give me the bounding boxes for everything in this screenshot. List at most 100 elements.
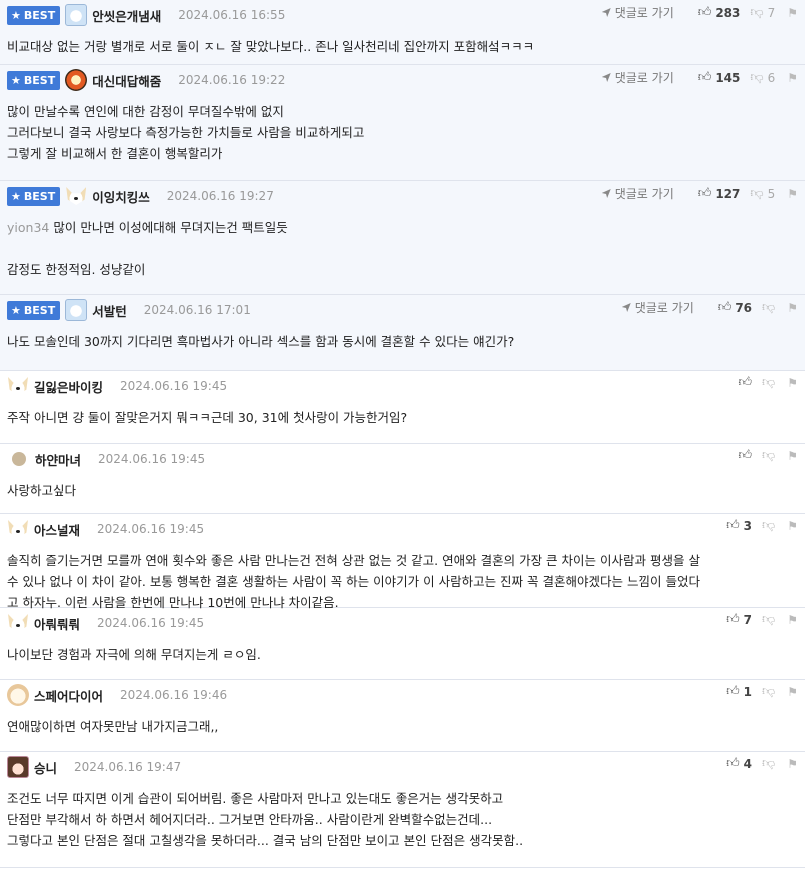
- nickname[interactable]: 하얀마녀: [35, 450, 81, 469]
- comment-item: ★ BEST 안씻은개냄새 2024.06.16 16:55 댓글로 가기 👍︎ 283 👎︎…: [0, 0, 805, 65]
- thumbs-down-icon: 👎︎: [762, 375, 776, 390]
- comment-actions: 댓글로 가기 👍︎ 283 👎︎ 7 ⚑: [601, 4, 798, 21]
- upvote-button[interactable]: 👍︎ 7: [726, 612, 752, 627]
- best-badge: ★ BEST: [7, 70, 61, 90]
- comment-header: 아스널재 2024.06.16 19:45: [7, 514, 204, 544]
- bear-icon[interactable]: [65, 299, 88, 321]
- comment-body: 조건도 너무 따지면 이게 습관이 되어버림. 좋은 사람마저 만나고 있는대도…: [7, 788, 523, 851]
- fox-icon[interactable]: [65, 185, 87, 207]
- girl-icon[interactable]: [7, 756, 29, 778]
- comment-body: 비교대상 없는 거랑 별개로 서로 둘이 ㅈㄴ 잘 맞았나보다.. 존나 일사천…: [7, 36, 534, 57]
- downvote-button[interactable]: 👎︎: [762, 300, 775, 315]
- quoted-user[interactable]: yion34: [7, 220, 49, 235]
- downvote-button[interactable]: 👎︎ 5: [750, 186, 775, 201]
- reply-label: 댓글로 가기: [614, 71, 674, 85]
- best-label: BEST: [23, 189, 56, 203]
- comment-line: 나이보단 경험과 자극에 의해 무뎌지는게 ㄹㅇ임.: [7, 644, 261, 665]
- downvote-button[interactable]: 👎︎: [762, 375, 775, 390]
- reply-label: 댓글로 가기: [634, 301, 694, 315]
- report-icon[interactable]: ⚑: [787, 301, 798, 315]
- upvote-button[interactable]: 👍︎ 145: [698, 70, 741, 85]
- reply-label: 댓글로 가기: [614, 6, 674, 20]
- upvote-button[interactable]: 👍︎ 76: [718, 300, 752, 315]
- comment-body: 나도 모솔인데 30까지 기다리면 흑마법사가 아니라 섹스를 함과 동시에 결…: [7, 331, 514, 352]
- upvote-button[interactable]: 👍︎: [738, 375, 752, 390]
- nickname[interactable]: 안씻은개냄새: [92, 6, 161, 25]
- upvote-button[interactable]: 👍︎ 1: [726, 684, 752, 699]
- nickname[interactable]: 승니: [34, 758, 57, 777]
- report-icon[interactable]: ⚑: [787, 187, 798, 201]
- upvote-button[interactable]: 👍︎: [738, 448, 752, 463]
- report-icon[interactable]: ⚑: [787, 613, 798, 627]
- send-icon: [601, 73, 611, 82]
- report-icon[interactable]: ⚑: [787, 6, 798, 20]
- downvote-button[interactable]: 👎︎: [762, 684, 775, 699]
- thumbs-up-icon: 👍︎: [738, 448, 753, 463]
- thumbs-up-icon: 👍︎: [697, 70, 712, 85]
- best-badge: ★ BEST: [7, 5, 61, 25]
- thumbs-down-icon: 👎︎: [762, 684, 776, 699]
- report-icon[interactable]: ⚑: [787, 71, 798, 85]
- comment-text: 솔직히 즐기는거면 모를까 연애 횟수와 좋은 사람 만나는건 전혀 상관 없는…: [7, 553, 700, 568]
- comment-line: 비교대상 없는 거랑 별개로 서로 둘이 ㅈㄴ 잘 맞았나보다.. 존나 일사천…: [7, 36, 534, 57]
- upvote-button[interactable]: 👍︎ 283: [698, 5, 741, 20]
- upvote-button[interactable]: 👍︎ 3: [726, 518, 752, 533]
- report-icon[interactable]: ⚑: [787, 449, 798, 463]
- thumbs-up-icon: 👍︎: [726, 684, 740, 699]
- reply-link[interactable]: 댓글로 가기: [601, 69, 674, 86]
- comment-header: 승니 2024.06.16 19:47: [7, 752, 181, 782]
- comment-line: 그렇게 잘 비교해서 한 결혼이 행복할리가: [7, 143, 364, 164]
- reply-link[interactable]: 댓글로 가기: [601, 185, 674, 202]
- downvote-button[interactable]: 👎︎: [762, 448, 775, 463]
- fox-icon[interactable]: [7, 612, 29, 634]
- report-icon[interactable]: ⚑: [787, 685, 798, 699]
- comment-text: 많이 만나면 이성에대해 무뎌지는건 팩트일듯: [53, 220, 288, 235]
- comment-actions: 댓글로 가기 👍︎ 76 👎︎ ⚑: [621, 299, 798, 316]
- thumbs-down-icon: 👎︎: [762, 756, 776, 771]
- red-mask-icon[interactable]: [65, 69, 88, 91]
- comment-body: 많이 만날수록 연인에 대한 감정이 무뎌질수밖에 없지 그러다보니 결국 사랑보…: [7, 101, 364, 164]
- comment-line: 수 있나 없나 이 차이 같아. 보통 행복한 결혼 생활하는 사람이 꼭 하는…: [7, 571, 700, 592]
- puppy-icon[interactable]: [7, 684, 29, 706]
- comment-item: 길잃은바이킹 2024.06.16 19:45 👍︎ 👎︎ ⚑ 주작 아니면 걍 둘이 잘…: [0, 371, 805, 444]
- nickname[interactable]: 아뤄뤄뤄: [34, 614, 80, 633]
- nickname[interactable]: 서발턴: [92, 301, 127, 320]
- dot-icon[interactable]: [12, 452, 26, 466]
- reply-link[interactable]: 댓글로 가기: [601, 4, 674, 21]
- downvote-button[interactable]: 👎︎: [762, 756, 775, 771]
- thumbs-down-icon: 👎︎: [762, 300, 776, 315]
- best-badge: ★ BEST: [7, 300, 61, 320]
- comment-text: 그러다보니 결국 사랑보다 측정가능한 가치들로 사람을 비교하게되고: [7, 125, 365, 140]
- thumbs-up-icon: 👍︎: [697, 5, 712, 20]
- comment-date: 2024.06.16 19:22: [178, 73, 286, 87]
- downvote-button[interactable]: 👎︎: [762, 518, 775, 533]
- downvote-button[interactable]: 👎︎ 6: [750, 70, 775, 85]
- star-icon: ★: [11, 8, 21, 22]
- comment-actions: 댓글로 가기 👍︎ 145 👎︎ 6 ⚑: [601, 69, 798, 86]
- comment-body: 나이보단 경험과 자극에 의해 무뎌지는게 ㄹㅇ임.: [7, 644, 261, 665]
- report-icon[interactable]: ⚑: [787, 519, 798, 533]
- upvote-button[interactable]: 👍︎ 4: [726, 756, 752, 771]
- reply-link[interactable]: 댓글로 가기: [621, 299, 694, 316]
- send-icon: [601, 189, 611, 198]
- report-icon[interactable]: ⚑: [787, 757, 798, 771]
- nickname[interactable]: 대신대답해줌: [92, 71, 161, 90]
- comment-date: 2024.06.16 19:27: [166, 189, 274, 203]
- comment-date: 2024.06.16 19:47: [74, 760, 182, 774]
- downvote-button[interactable]: 👎︎: [762, 612, 775, 627]
- nickname[interactable]: 아스널재: [34, 520, 80, 539]
- upvote-button[interactable]: 👍︎ 127: [698, 186, 741, 201]
- downvote-button[interactable]: 👎︎ 7: [750, 5, 775, 20]
- nickname[interactable]: 스페어다이어: [34, 686, 103, 705]
- comment-body: yion34 많이 만나면 이성에대해 무뎌지는건 팩트일듯 감정도 한정적임. …: [7, 217, 288, 280]
- thumbs-up-icon: 👍︎: [717, 300, 732, 315]
- comment-date: 2024.06.16 19:45: [98, 452, 206, 466]
- comment-text: 주작 아니면 걍 둘이 잘맞은거지 뭐ㅋㅋ근데 30, 31에 첫사랑이 가능한…: [7, 410, 408, 425]
- report-icon[interactable]: ⚑: [787, 376, 798, 390]
- bear-icon[interactable]: [65, 4, 88, 26]
- nickname[interactable]: 이잉치킹쓰: [92, 187, 150, 206]
- nickname[interactable]: 길잃은바이킹: [34, 377, 103, 396]
- comment-body: 연애많이하면 여자못만남 내가지금그래,,: [7, 716, 218, 737]
- fox-icon[interactable]: [7, 375, 29, 397]
- fox-icon[interactable]: [7, 518, 29, 540]
